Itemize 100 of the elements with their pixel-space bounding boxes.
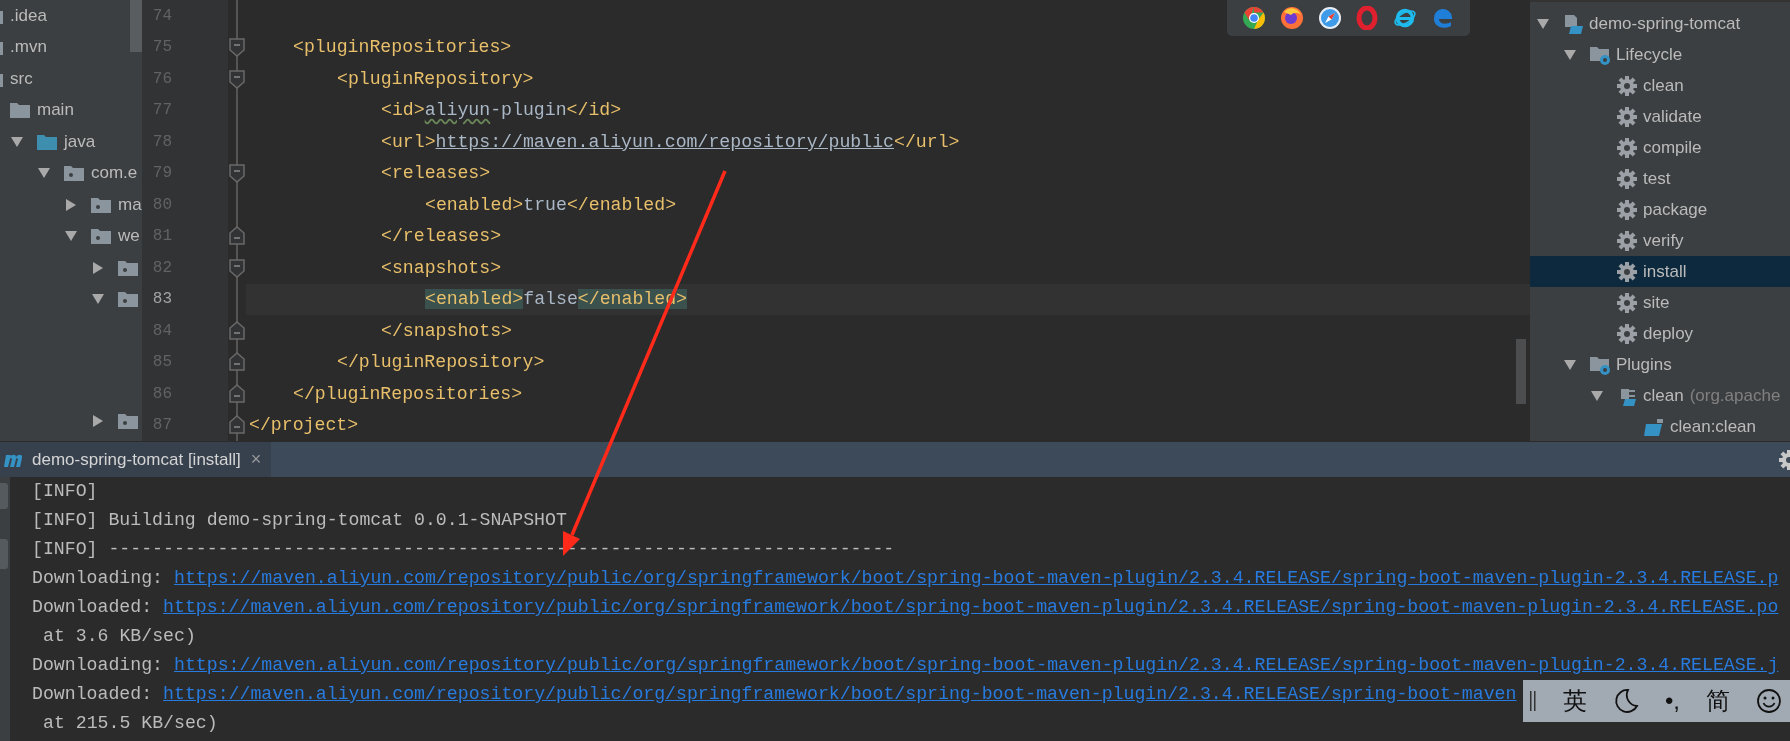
maven-tree-item[interactable]: compile <box>1530 132 1790 163</box>
package-folder-icon <box>117 258 139 277</box>
scrollbar-thumb[interactable] <box>1516 339 1526 404</box>
console-label: Downloading: <box>32 654 163 677</box>
code-token: <releases> <box>381 163 491 184</box>
expand-arrow-icon[interactable] <box>91 414 105 429</box>
expand-arrow-icon[interactable] <box>1563 357 1577 372</box>
maven-tree-item[interactable]: clean (org.apache <box>1530 380 1790 411</box>
console-line: [INFO] <box>32 480 98 503</box>
tree-item[interactable]: .mvn <box>10 37 47 58</box>
ime-toggle[interactable]: 英 <box>1563 685 1587 717</box>
gear-icon <box>1616 198 1638 221</box>
code-token: </snapshots> <box>381 320 512 341</box>
expand-arrow-icon[interactable] <box>91 260 105 275</box>
download-link[interactable]: https://maven.aliyun.com/repository/public/org/springframework/boot/spring-boot-maven-plugin/2.3.4.RELEASE/spring-boot-maven-plugin-2.3.4.RELEASE.po <box>163 593 1779 622</box>
ime-toggle[interactable]: •, <box>1664 687 1681 715</box>
maven-tree-item[interactable]: clean <box>1530 70 1790 101</box>
download-link[interactable]: https://maven.aliyun.com/repository/public/org/springframework/boot/spring-boot-maven-plugin/2.3.4.RELEASE/spring-boot-maven-plugin-2.3.4.RELEASE.p <box>174 564 1779 593</box>
code-token: aliyun <box>424 100 491 121</box>
tree-item[interactable]: .idea <box>10 5 47 26</box>
code-token: <pluginRepository> <box>337 68 534 89</box>
gear-icon <box>1616 105 1638 128</box>
scrollbar-thumb[interactable] <box>130 0 142 52</box>
browser-icon[interactable] <box>1241 6 1266 30</box>
code-token: </project> <box>249 415 359 436</box>
folder-icon <box>9 101 31 120</box>
gear-icon <box>1616 136 1638 159</box>
gear-icon <box>1616 167 1638 190</box>
gear-icon <box>1616 74 1638 97</box>
folder-icon <box>36 132 58 151</box>
url-link[interactable]: https://maven.aliyun.com/repository/public <box>435 131 894 152</box>
download-link[interactable]: https://maven.aliyun.com/repository/public/org/springframework/boot/spring-boot-maven-plugin/2.3.4.RELEASE/spring-boot-maven <box>163 680 1517 709</box>
maven-tree-item[interactable]: package <box>1530 194 1790 225</box>
maven-tree-item[interactable]: test <box>1530 163 1790 194</box>
line-number: 83 <box>151 290 172 309</box>
code-token: </enabled> <box>566 194 677 215</box>
fold-marker-icon[interactable] <box>228 320 246 341</box>
console-line: [INFO] Building demo-spring-tomcat 0.0.1-SNAPSHOT <box>32 509 567 532</box>
code-token: <pluginRepositories> <box>293 37 512 58</box>
moon-icon[interactable] <box>1612 688 1639 714</box>
fold-marker-icon[interactable] <box>228 352 246 373</box>
plugin-group: (org.apache <box>1689 385 1781 406</box>
tree-item[interactable]: src <box>10 68 33 89</box>
browser-icon[interactable] <box>1279 6 1304 30</box>
fold-marker-icon[interactable] <box>228 257 246 278</box>
code-token: <enabled> <box>425 289 524 310</box>
console-line: at 215.5 KB/sec) <box>43 712 218 735</box>
package-folder-icon <box>117 290 139 309</box>
maven-tree-item[interactable]: validate <box>1530 101 1790 132</box>
gear-icon <box>1616 322 1638 345</box>
gear-icon <box>1616 260 1638 283</box>
browser-icon[interactable] <box>1317 6 1342 30</box>
package-folder-icon <box>117 412 139 431</box>
code-token: <id> <box>381 100 425 121</box>
maven-tree-item[interactable]: site <box>1530 287 1790 318</box>
gear-icon <box>1616 291 1638 314</box>
gear-icon <box>1616 229 1638 252</box>
code-token: </url> <box>894 131 960 152</box>
tree-item[interactable]: we <box>118 226 140 247</box>
ime-toggle[interactable]: 简 <box>1706 685 1730 717</box>
code-token: <url> <box>381 131 436 152</box>
console-line: at 3.6 KB/sec) <box>43 625 196 648</box>
drag-handle-icon[interactable] <box>1529 690 1537 712</box>
maven-tree-item[interactable]: deploy <box>1530 318 1790 349</box>
expand-arrow-icon[interactable] <box>1536 16 1550 31</box>
console-label: Downloaded: <box>32 596 153 619</box>
expand-arrow-icon[interactable] <box>1590 388 1604 403</box>
browser-icon[interactable] <box>1393 6 1418 30</box>
fold-marker-icon[interactable] <box>228 383 246 404</box>
code-token: </pluginRepository> <box>337 352 545 373</box>
code-token: false <box>523 289 578 310</box>
code-token: -plugin <box>490 100 567 121</box>
maven-tree-item[interactable]: verify <box>1530 225 1790 256</box>
console-label: Downloaded: <box>32 683 153 706</box>
package-folder-icon <box>90 227 112 246</box>
expand-arrow-icon[interactable] <box>64 197 78 212</box>
tree-item[interactable]: main <box>37 100 74 121</box>
fold-marker-icon[interactable] <box>228 37 246 58</box>
close-icon[interactable]: × <box>250 449 262 470</box>
console-label: Downloading: <box>32 567 163 590</box>
package-folder-icon <box>90 195 112 214</box>
maven-tree-item[interactable]: demo-spring-tomcat <box>1530 8 1790 39</box>
run-tab[interactable]: demo-spring-tomcat [install] × <box>0 442 272 477</box>
smiley-icon[interactable] <box>1756 688 1782 714</box>
expand-arrow-icon[interactable] <box>10 134 24 149</box>
fold-marker-icon[interactable] <box>228 68 246 89</box>
expand-arrow-icon[interactable] <box>1563 47 1577 62</box>
tree-item[interactable]: com.e <box>91 163 138 184</box>
maven-project-icon <box>1562 12 1584 35</box>
tree-item[interactable]: ma <box>118 194 142 215</box>
tree-item[interactable]: java <box>64 131 96 152</box>
maven-tree-item[interactable]: install <box>1530 256 1790 287</box>
maven-tree-item[interactable]: Plugins <box>1530 349 1790 380</box>
maven-tree-item[interactable]: Lifecycle <box>1530 39 1790 70</box>
code-token: </pluginRepositories> <box>293 383 523 404</box>
maven-tree-item[interactable]: clean:clean <box>1530 411 1790 441</box>
fold-marker-icon[interactable] <box>228 415 246 436</box>
download-link[interactable]: https://maven.aliyun.com/repository/public/org/springframework/boot/spring-boot-maven-plugin/2.3.4.RELEASE/spring-boot-maven-plugin-2.3.4.RELEASE.j <box>174 651 1779 680</box>
fold-marker-icon[interactable] <box>228 163 246 184</box>
fold-marker-icon[interactable] <box>228 226 246 247</box>
